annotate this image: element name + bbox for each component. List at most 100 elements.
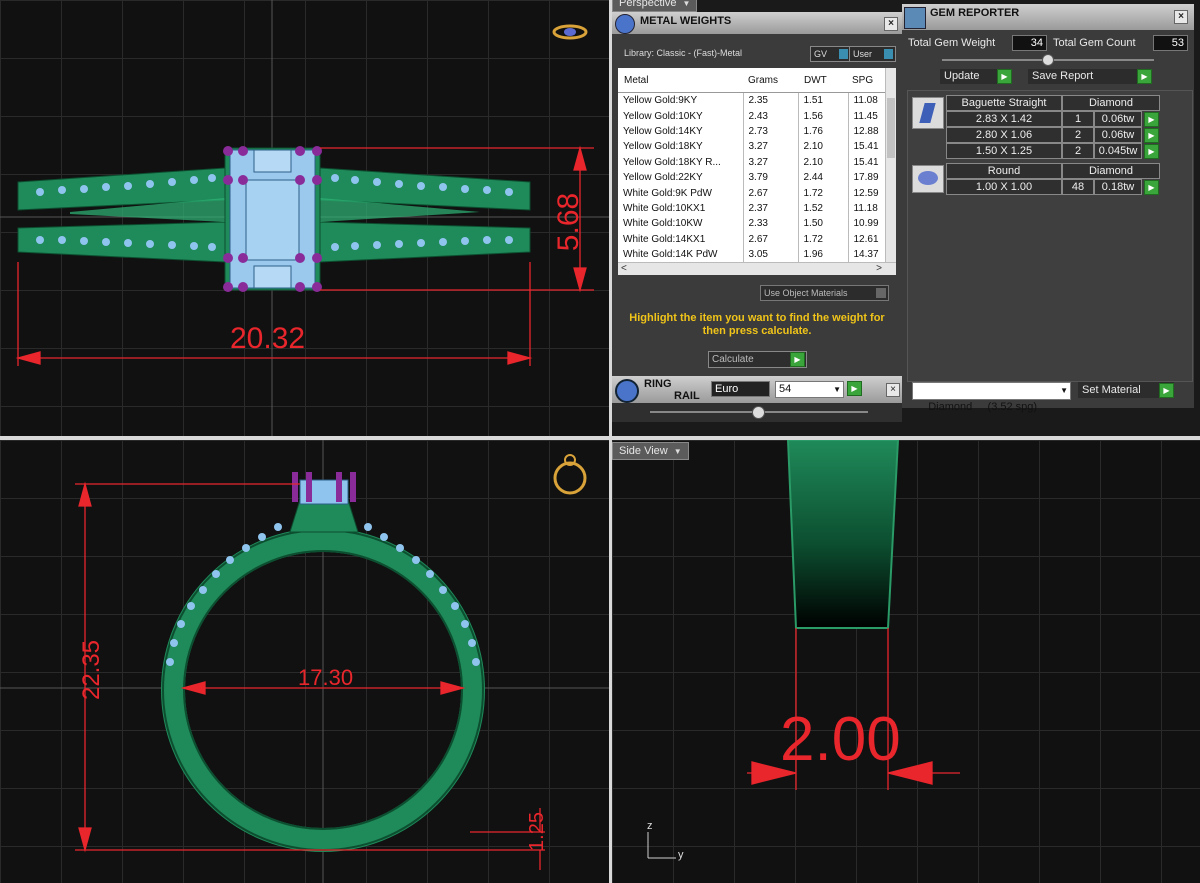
chevron-right-icon[interactable]: > [876,263,882,274]
close-icon[interactable]: × [884,17,898,31]
table-row[interactable]: White Gold:10KW 2.33 1.50 10.99 [618,216,887,232]
table-row[interactable]: Yellow Gold:14KY 2.73 1.76 12.88 [618,123,887,140]
chevron-left-icon[interactable]: < [621,263,627,274]
chevron-down-icon: ▼ [833,385,841,394]
apply-size-button[interactable]: ▶ [847,381,862,396]
material-select[interactable]: Diamond (3.52 spg) ▼ [912,382,1071,413]
table-row[interactable]: White Gold:14KX1 2.67 1.72 12.61 [618,231,887,247]
total-count-value: 53 [1153,35,1188,51]
gem-material-label: Diamond [1062,95,1160,111]
play-icon: ▶ [1159,383,1174,398]
total-weight-label: Total Gem Weight [908,37,996,49]
user-label: User [853,49,873,59]
gem-list: Baguette Straight Diamond 2.83 X 1.42 1 … [907,90,1193,382]
top-view-drawing [0,0,609,436]
table-row[interactable]: Yellow Gold:9KY 2.35 1.51 11.08 [618,93,887,109]
height-dimension-label: 22.35 [78,639,106,701]
ring-rail-icon [615,379,639,403]
table-row[interactable]: White Gold:14K PdW 3.05 1.96 14.37 [618,246,887,263]
axis-z-label: z [647,820,653,832]
play-icon: ▶ [790,352,805,367]
gem-size: 2.83 X 1.42 [946,111,1062,127]
slider-handle[interactable] [752,406,765,419]
gv-toggle[interactable]: GV [810,46,851,62]
scroll-thumb[interactable] [887,98,895,158]
top-viewport[interactable]: 20.32 5.68 [0,0,609,436]
ring-size-select[interactable]: 54 ▼ [775,381,844,398]
close-icon[interactable]: × [886,383,900,397]
table-row[interactable]: Yellow Gold:18KY 3.27 2.10 15.41 [618,139,887,155]
update-button[interactable]: Update ▶ [940,69,1012,84]
horizontal-scrollbar[interactable]: < > [618,262,896,275]
side-viewport[interactable]: 2.00 z y Side View ▼ [612,440,1200,883]
chevron-down-icon: ▼ [673,447,682,456]
gem-weight: 0.045tw [1094,143,1142,159]
width-dimension-label: 20.32 [230,322,306,355]
update-label: Update [944,70,980,82]
round-gem-icon [912,165,944,193]
metal-table-body: Yellow Gold:9KY 2.35 1.51 11.08 Yellow Gold… [618,93,887,263]
gem-reporter-panel: GEM REPORTER × Total Gem Weight 34 Total… [902,4,1194,413]
table-row[interactable]: Yellow Gold:10KY 2.43 1.56 11.45 [618,108,887,124]
gem-reporter-header: GEM REPORTER × [902,4,1194,30]
table-row[interactable]: White Gold:9K PdW 2.67 1.72 12.59 [618,185,887,201]
save-report-label: Save Report [1032,70,1094,82]
library-label: Library: Classic - (Fast)-Metal [624,48,743,58]
user-toggle[interactable]: User [849,46,896,62]
set-material-button[interactable]: Set Material ▶ [1078,382,1174,398]
perspective-view-label[interactable]: Perspective ▼ [612,0,698,12]
select-gem-button[interactable]: ▶ [1144,144,1159,159]
gem-count: 2 [1062,127,1094,143]
ring-rail-header: RING RAIL Euro 54 ▼ ▶ × [612,376,902,403]
column-header-metal[interactable]: Metal [624,75,648,86]
baguette-icon [912,97,944,129]
use-object-materials-button[interactable]: Use Object Materials [760,285,889,301]
save-report-button[interactable]: Save Report ▶ [1028,69,1152,84]
table-row[interactable]: White Gold:10KX1 2.37 1.52 11.18 [618,200,887,217]
vertical-scrollbar[interactable] [885,68,896,263]
column-header-grams[interactable]: Grams [748,75,778,86]
axis-y-label: y [678,849,684,861]
inner-diameter-label: 17.30 [298,665,354,690]
ring-rail-title-2: RAIL [674,390,700,402]
width-dimension-label: 2.00 [780,705,901,774]
metal-weights-panel: METAL WEIGHTS × Library: Classic - (Fast… [612,12,902,376]
gem-reporter-title: GEM REPORTER [930,7,1020,19]
metal-weights-header: METAL WEIGHTS × [612,12,902,34]
viewport-divider-vertical[interactable] [609,0,612,883]
table-row[interactable]: Yellow Gold:22KY 3.79 2.44 17.89 [618,169,887,186]
column-header-dwt[interactable]: DWT [804,75,827,86]
play-icon: ▶ [997,69,1012,84]
calculate-button[interactable]: Calculate ▶ [708,351,807,368]
side-view-label[interactable]: Side View ▼ [612,442,689,460]
use-object-materials-label: Use Object Materials [764,288,848,298]
select-gem-button[interactable]: ▶ [1144,180,1159,195]
play-icon: ▶ [1137,69,1152,84]
chevron-down-icon: ▼ [1060,386,1068,395]
viewport-divider-horizontal[interactable] [0,436,1200,440]
select-gem-button[interactable]: ▶ [1144,112,1159,127]
close-icon[interactable]: × [1174,10,1188,24]
ring-standard-field[interactable]: Euro [711,381,770,397]
gem-weight: 0.18tw [1094,179,1142,195]
front-viewport[interactable]: 22.35 17.30 1.25 [0,440,609,883]
toggle-icon [839,49,848,59]
ring-rail-slider[interactable] [650,406,868,419]
side-view-label-text: Side View [619,445,668,457]
gem-count: 1 [1062,111,1094,127]
side-view-drawing [647,440,960,859]
thickness-dimension-label: 1.25 [525,812,548,851]
slider-handle[interactable] [1042,54,1054,66]
round-gem-shape [918,171,938,185]
table-row[interactable]: Yellow Gold:18KY R... 3.27 2.10 15.41 [618,154,887,170]
metal-weights-icon [615,14,635,34]
ring-rail-title-1: RING [644,378,672,390]
column-header-spg[interactable]: SPG [852,75,873,86]
toggle-icon [884,49,893,59]
gem-cut-label: Round [946,163,1062,179]
gem-weight: 0.06tw [1094,127,1142,143]
gem-size: 2.80 X 1.06 [946,127,1062,143]
select-gem-button[interactable]: ▶ [1144,128,1159,143]
gem-reporter-icon [904,7,926,29]
gem-slider[interactable] [942,54,1154,66]
